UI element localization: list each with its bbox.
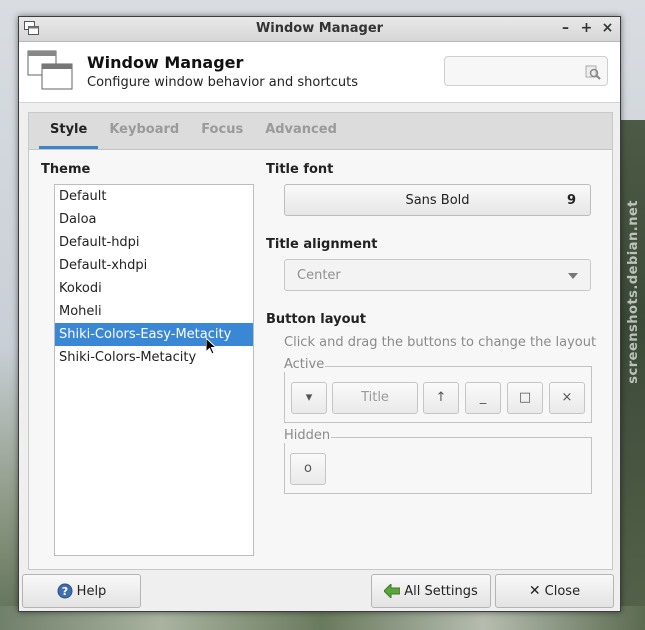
title-font-size: 9	[566, 193, 576, 208]
search-box[interactable]	[444, 56, 608, 86]
theme-item[interactable]: Default-xhdpi	[55, 254, 253, 277]
maximize-button[interactable]: +	[580, 20, 593, 36]
close-window-button[interactable]: ×	[601, 20, 614, 36]
background-watermark: screenshots.debian.net	[626, 200, 641, 384]
dialog-header: Window Manager Configure window behavior…	[19, 42, 620, 103]
mouse-cursor-icon	[206, 338, 218, 355]
title-font-label: Title font	[266, 162, 334, 177]
title-alignment-combo[interactable]: Center	[284, 259, 591, 291]
minimize-button[interactable]: –	[559, 20, 572, 36]
back-arrow-icon	[384, 584, 401, 598]
minimize-layout-button[interactable]: _	[465, 382, 501, 414]
all-settings-button[interactable]: All Settings	[371, 574, 491, 608]
button-layout-label: Button layout	[266, 312, 367, 327]
settings-notebook: Style Keyboard Focus Advanced Theme Defa…	[28, 112, 613, 570]
stick-layout-button[interactable]: o	[290, 453, 326, 485]
theme-list[interactable]: Default Daloa Default-hdpi Default-xhdpi…	[54, 184, 254, 556]
help-button-label: Help	[76, 583, 107, 599]
titlebar[interactable]: Window Manager – + ×	[19, 17, 620, 42]
tab-focus[interactable]: Focus	[190, 113, 254, 149]
theme-item[interactable]: Default	[55, 185, 253, 208]
maximize-layout-button[interactable]: □	[507, 382, 543, 414]
all-settings-button-label: All Settings	[404, 583, 478, 599]
tab-style[interactable]: Style	[39, 113, 99, 149]
title-font-button[interactable]: Sans Bold 9	[284, 184, 591, 216]
theme-item[interactable]: Kokodi	[55, 277, 253, 300]
tab-keyboard[interactable]: Keyboard	[98, 113, 190, 149]
title-font-name: Sans Bold	[405, 193, 470, 208]
search-input[interactable]	[449, 58, 583, 86]
theme-item[interactable]: Daloa	[55, 208, 253, 231]
chevron-down-icon	[568, 273, 578, 279]
window-title: Window Manager	[255, 21, 384, 36]
svg-text:?: ?	[61, 585, 67, 598]
close-layout-button[interactable]: ×	[549, 382, 585, 414]
active-label: Active	[283, 357, 326, 372]
page-title: Window Manager	[87, 53, 244, 72]
theme-label: Theme	[41, 162, 91, 177]
title-alignment-value: Center	[297, 268, 341, 283]
window-manager-icon	[27, 50, 73, 90]
shade-layout-button[interactable]: ↑	[423, 382, 459, 414]
page-subtitle: Configure window behavior and shortcuts	[87, 75, 359, 90]
theme-item[interactable]: Moheli	[55, 300, 253, 323]
tab-bar: Style Keyboard Focus Advanced	[29, 113, 612, 150]
title-alignment-label: Title alignment	[266, 237, 378, 252]
help-icon: ?	[57, 583, 73, 599]
dialog-action-bar: ? Help All Settings ✕ Close	[19, 570, 620, 610]
close-button[interactable]: ✕ Close	[495, 574, 614, 608]
hidden-label: Hidden	[283, 428, 332, 443]
theme-item-selected[interactable]: Shiki-Colors-Easy-Metacity	[55, 323, 253, 346]
theme-item[interactable]: Default-hdpi	[55, 231, 253, 254]
button-layout-hint: Click and drag the buttons to change the…	[284, 335, 597, 350]
tab-advanced[interactable]: Advanced	[254, 113, 348, 149]
close-button-label: Close	[544, 583, 581, 599]
window-manager-dialog: Window Manager – + × Window Manager Conf…	[18, 16, 621, 612]
theme-item[interactable]: Shiki-Colors-Metacity	[55, 346, 253, 369]
menu-layout-button[interactable]: ▾	[291, 382, 327, 414]
search-icon[interactable]	[585, 64, 601, 80]
help-button[interactable]: ? Help	[22, 574, 141, 608]
title-layout-button[interactable]: Title	[332, 382, 418, 414]
hidden-buttons-frame[interactable]	[284, 437, 592, 494]
close-icon: ✕	[528, 583, 541, 599]
